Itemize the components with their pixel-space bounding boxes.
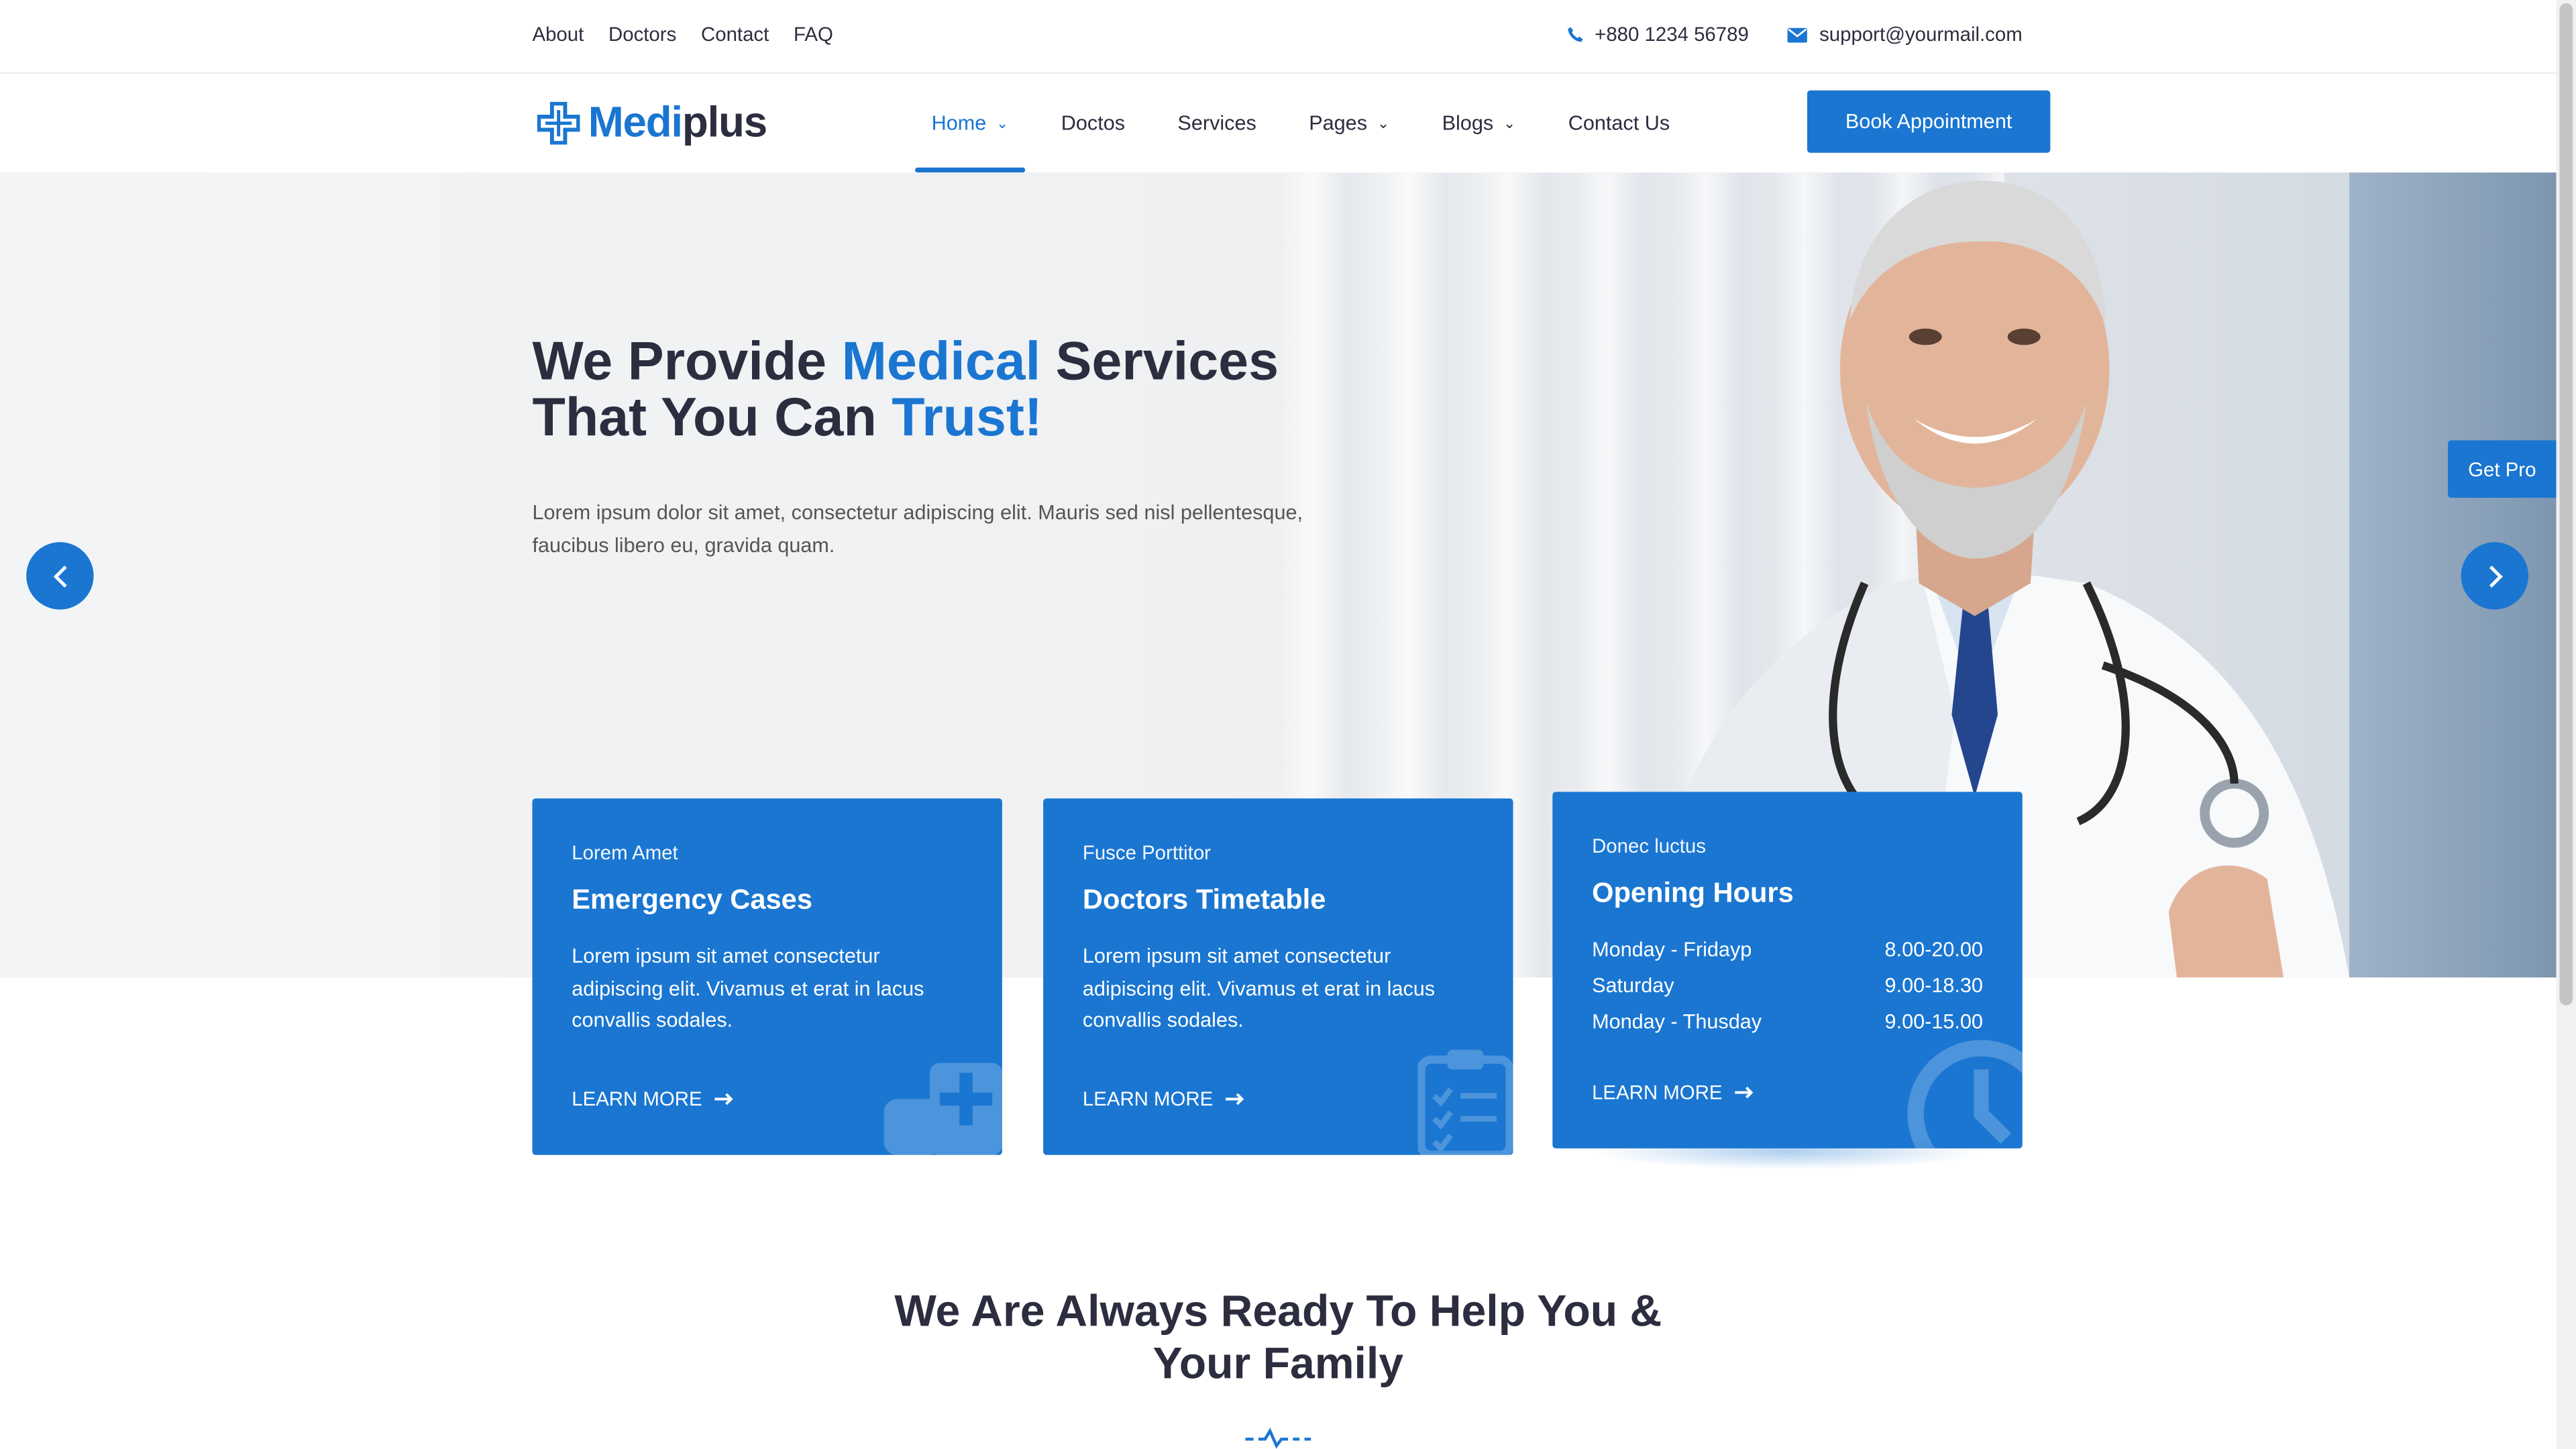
hero-title-part: We Provide [532, 330, 842, 391]
hours-row: Monday - Thusday 9.00-15.00 [1592, 1004, 1983, 1040]
chevron-down-icon: ⌄ [1377, 114, 1390, 131]
learn-more-link[interactable]: LEARN MORE [572, 1087, 735, 1111]
top-links: About Doctors Contact FAQ [532, 23, 833, 46]
logo-text-medi: Medi [588, 97, 683, 146]
phone-icon [1567, 27, 1582, 42]
heartbeat-divider-icon [1245, 1428, 1311, 1449]
arrow-right-icon [1735, 1086, 1754, 1099]
card-title: Doctors Timetable [1082, 883, 1326, 916]
clock-icon [1907, 1040, 2023, 1148]
logo[interactable]: Mediplus [537, 97, 767, 148]
slider-next-button[interactable] [2461, 542, 2529, 610]
hours-row: Saturday 9.00-18.30 [1592, 967, 1983, 1004]
card-body: Lorem ipsum sit amet consectetur adipisc… [1082, 945, 1436, 1032]
nav-contact-us[interactable]: Contact Us [1552, 74, 1686, 172]
hero-title-part: Services [1040, 330, 1279, 391]
learn-more-label: LEARN MORE [1082, 1087, 1214, 1111]
card-title: Opening Hours [1592, 877, 1794, 909]
card-opening-hours: Donec luctus Opening Hours Monday - Frid… [1552, 792, 2023, 1148]
learn-more-label: LEARN MORE [1592, 1081, 1723, 1104]
nav-pages[interactable]: Pages ⌄ [1293, 74, 1406, 172]
card-subtitle: Lorem Amet [572, 841, 678, 865]
main-nav: Home ⌄ Doctos Services Pages ⌄ Blogs ⌄ C… [915, 74, 1706, 173]
slider-prev-button[interactable] [26, 542, 94, 610]
chevron-right-icon [2488, 564, 2502, 587]
hero-description: Lorem ipsum dolor sit amet, consectetur … [532, 500, 1303, 557]
chevron-down-icon: ⌄ [996, 114, 1009, 131]
medical-cross-logo-icon [537, 101, 580, 144]
hero-title: We Provide Medical Services That You Can… [532, 333, 1452, 445]
top-link-contact[interactable]: Contact [701, 23, 769, 46]
scrollbar-thumb[interactable] [2559, 3, 2573, 1006]
hero-title-part: That You Can [532, 386, 892, 447]
chevron-down-icon: ⌄ [1503, 114, 1516, 131]
card-shadow [1593, 1133, 1982, 1170]
section-title: We Are Always Ready To Help You & Your F… [822, 1285, 1735, 1390]
arrow-right-icon [715, 1093, 734, 1106]
nav-services-label: Services [1177, 111, 1256, 135]
card-subtitle: Donec luctus [1592, 835, 1706, 858]
nav-home-label: Home [931, 111, 987, 135]
card-subtitle: Fusce Porttitor [1082, 841, 1211, 865]
card-doctors-timetable: Fusce Porttitor Doctors Timetable Lorem … [1043, 798, 1513, 1155]
top-link-faq[interactable]: FAQ [794, 23, 833, 46]
nav-doctors-label: Doctos [1061, 111, 1126, 135]
nav-contact-us-label: Contact Us [1568, 111, 1670, 135]
hours-day: Monday - Fridayp [1592, 938, 1752, 961]
email-address: support@yourmail.com [1819, 23, 2023, 46]
hours-time: 9.00-18.30 [1884, 974, 1983, 998]
main-header: Mediplus Home ⌄ Doctos Services Pages ⌄ … [0, 74, 2557, 173]
top-bar: About Doctors Contact FAQ +880 1234 5678… [0, 0, 2557, 74]
page-scrollbar[interactable] [2556, 0, 2576, 1449]
clipboard-checklist-icon [1417, 1049, 1513, 1155]
learn-more-link[interactable]: LEARN MORE [1082, 1087, 1246, 1111]
hero-title-highlight: Medical [841, 330, 1041, 391]
hours-row: Monday - Fridayp 8.00-20.00 [1592, 932, 1983, 968]
logo-text-plus: plus [682, 97, 767, 146]
phone-item[interactable]: +880 1234 56789 [1567, 23, 1749, 46]
chevron-left-icon [52, 564, 66, 587]
nav-services[interactable]: Services [1161, 74, 1273, 172]
hours-time: 8.00-20.00 [1884, 938, 1983, 961]
section-title-line: We Are Always Ready To Help You & [894, 1286, 1662, 1336]
card-body: Lorem ipsum sit amet consectetur adipisc… [572, 945, 924, 1032]
hours-list: Monday - Fridayp 8.00-20.00 Saturday 9.0… [1592, 932, 1983, 1040]
learn-more-link[interactable]: LEARN MORE [1592, 1081, 1755, 1104]
nav-blogs[interactable]: Blogs ⌄ [1426, 74, 1532, 172]
get-pro-button[interactable]: Get Pro [2448, 440, 2557, 498]
hero-title-highlight: Trust! [892, 386, 1042, 447]
hours-time: 9.00-15.00 [1884, 1010, 1983, 1034]
nav-doctors[interactable]: Doctos [1044, 74, 1141, 172]
phone-number: +880 1234 56789 [1595, 23, 1749, 46]
contact-info: +880 1234 56789 support@yourmail.com [1567, 23, 2023, 46]
section-title-line: Your Family [1152, 1338, 1404, 1389]
hours-day: Monday - Thusday [1592, 1010, 1762, 1034]
card-title: Emergency Cases [572, 883, 812, 916]
card-emergency: Lorem Amet Emergency Cases Lorem ipsum s… [532, 798, 1002, 1155]
page: About Doctors Contact FAQ +880 1234 5678… [0, 0, 2576, 1449]
ambulance-icon [883, 1063, 1002, 1155]
book-appointment-button[interactable]: Book Appointment [1807, 90, 2051, 153]
learn-more-label: LEARN MORE [572, 1087, 702, 1111]
nav-home[interactable]: Home ⌄ [915, 74, 1025, 173]
logo-text: Mediplus [588, 97, 767, 148]
email-item[interactable]: support@yourmail.com [1788, 23, 2023, 46]
envelope-icon [1788, 27, 1808, 42]
nav-blogs-label: Blogs [1442, 111, 1494, 135]
top-link-doctors[interactable]: Doctors [608, 23, 676, 46]
arrow-right-icon [1226, 1093, 1245, 1106]
nav-pages-label: Pages [1309, 111, 1368, 135]
hours-day: Saturday [1592, 974, 1674, 998]
top-link-about[interactable]: About [532, 23, 584, 46]
